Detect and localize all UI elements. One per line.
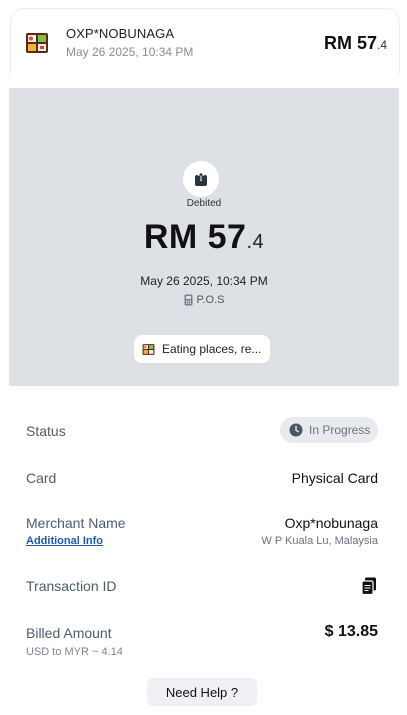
merchant-name-label: Merchant Name <box>26 515 126 531</box>
transaction-summary-panel: Debited RM 57.4 May 26 2025, 10:34 PM P.… <box>9 88 399 386</box>
pos-terminal-icon <box>184 294 193 306</box>
status-value: In Progress <box>309 423 371 437</box>
bento-box-icon <box>142 343 155 355</box>
billed-amount-label: Billed Amount <box>26 625 112 641</box>
status-badge: In Progress <box>280 417 378 443</box>
status-label: Status <box>26 423 66 439</box>
debit-label: Debited <box>186 198 222 209</box>
summary-amount-decimal: .4 <box>246 231 265 253</box>
summary-datetime: May 26 2025, 10:34 PM <box>140 274 268 288</box>
clock-icon <box>289 423 303 437</box>
merchant-location: W P Kuala Lu, Malaysia <box>261 535 378 547</box>
summary-amount-main: RM 57 <box>143 218 247 256</box>
billed-amount-value: $ 13.85 <box>324 623 378 640</box>
channel-row: P.O.S <box>9 294 399 306</box>
header-amount: RM 57.4 <box>324 33 387 54</box>
merchant-name-value: Oxp*nobunaga <box>284 515 378 531</box>
debit-badge <box>183 161 219 197</box>
card-label: Card <box>26 470 57 486</box>
need-help-button[interactable]: Need Help ? <box>147 678 257 706</box>
fx-rate: USD to MYR ~ 4.14 <box>26 646 123 658</box>
transaction-datetime: May 26 2025, 10:34 PM <box>66 45 194 59</box>
category-chip[interactable]: Eating places, re... <box>134 335 270 363</box>
header-amount-decimal: .4 <box>376 38 387 52</box>
header-amount-main: RM 57 <box>323 33 377 53</box>
transaction-id-label: Transaction ID <box>26 578 117 594</box>
bento-box-icon <box>26 33 48 53</box>
merchant-title: OXP*NOBUNAGA <box>66 26 175 41</box>
copy-icon[interactable] <box>361 577 377 595</box>
card-value: Physical Card <box>291 470 378 486</box>
upload-arrow-icon <box>195 172 207 186</box>
channel-label: P.O.S <box>196 294 225 306</box>
transaction-header-card: OXP*NOBUNAGA May 26 2025, 10:34 PM RM 57… <box>10 8 400 74</box>
category-label: Eating places, re... <box>162 342 262 356</box>
summary-amount: RM 57.4 <box>9 218 399 257</box>
additional-info-link[interactable]: Additional Info <box>26 535 103 547</box>
